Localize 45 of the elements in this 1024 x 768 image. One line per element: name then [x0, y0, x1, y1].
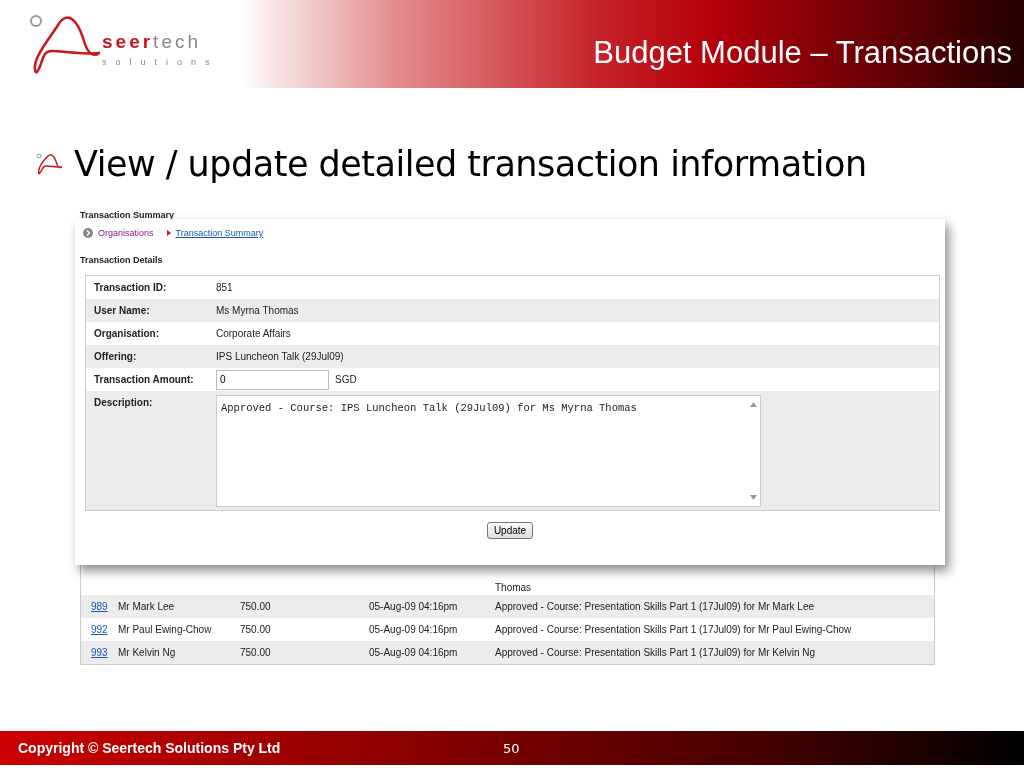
slide-title: Budget Module – Transactions: [593, 35, 1012, 71]
breadcrumb-link[interactable]: Organisations: [98, 228, 154, 238]
field-value: IPS Luncheon Talk (29Jul09): [216, 351, 344, 362]
field-label: Organisation:: [93, 327, 160, 341]
table-cell-text: 05-Aug-09 04:16pm: [368, 624, 459, 635]
field-value: 851: [216, 282, 233, 293]
swirl-bullet-icon: [36, 152, 62, 176]
table-cell-text: Thomas: [494, 582, 532, 593]
currency-label: SGD: [335, 374, 357, 385]
table-cell-text: Approved - Course: Presentation Skills Part 1 (17Jul09) for Mr Mark Lee: [494, 601, 815, 612]
table-cell-text: Approved - Course: Presentation Skills Part 1 (17Jul09) for Mr Paul Ewing-Chow: [494, 624, 852, 635]
field-label: Description:: [93, 396, 154, 410]
table-cell-text: Approved - Course: Presentation Skills Part 1 (17Jul09) for Mr Kelvin Ng: [494, 647, 816, 658]
table-cell-text: 05-Aug-09 04:16pm: [368, 601, 459, 612]
brand-tagline: solutions: [102, 57, 219, 67]
page-number: 50: [503, 740, 520, 756]
field-value: Ms Myrna Thomas: [216, 305, 299, 316]
screenshot-caption: Transaction Summary: [80, 210, 176, 220]
transaction-id-link[interactable]: 993: [81, 647, 117, 658]
bullet-text: View / update detailed transaction information: [74, 144, 867, 184]
transaction-id-link[interactable]: 989: [81, 601, 117, 612]
brand-name: seertech: [102, 31, 203, 53]
table-cell-text: 750.00: [239, 601, 272, 612]
table-cell-text: 750.00: [239, 647, 272, 658]
table-cell-text: 05-Aug-09 04:16pm: [368, 647, 459, 658]
table-cell-text: 750.00: [239, 624, 272, 635]
field-label: Transaction Amount:: [93, 373, 195, 387]
field-label: Offering:: [93, 350, 138, 364]
section-title: Transaction Details: [80, 255, 164, 265]
update-button[interactable]: Update: [486, 522, 534, 539]
scroll-down-icon[interactable]: [749, 495, 757, 500]
breadcrumb-link[interactable]: Transaction Summary: [175, 228, 264, 238]
table-cell-text: Mr Paul Ewing-Chow: [117, 624, 213, 635]
scroll-up-icon[interactable]: [749, 402, 757, 407]
field-value: Corporate Affairs: [216, 328, 291, 339]
breadcrumb-arrow-icon: [166, 230, 171, 236]
amount-input[interactable]: 0: [216, 369, 329, 390]
field-label: User Name:: [93, 304, 151, 318]
field-label: Transaction ID:: [93, 281, 168, 295]
circle-arrow-icon: [83, 228, 93, 238]
table-cell-text: Mr Kelvin Ng: [117, 647, 177, 658]
description-textarea[interactable]: Approved - Course: IPS Luncheon Talk (29Jul09) for Ms Myrna Thomas: [216, 395, 761, 507]
table-cell-text: Mr Mark Lee: [117, 601, 176, 612]
transaction-id-link[interactable]: 992: [81, 624, 117, 635]
copyright-text: Copyright © Seertech Solutions Pty Ltd: [17, 740, 282, 756]
